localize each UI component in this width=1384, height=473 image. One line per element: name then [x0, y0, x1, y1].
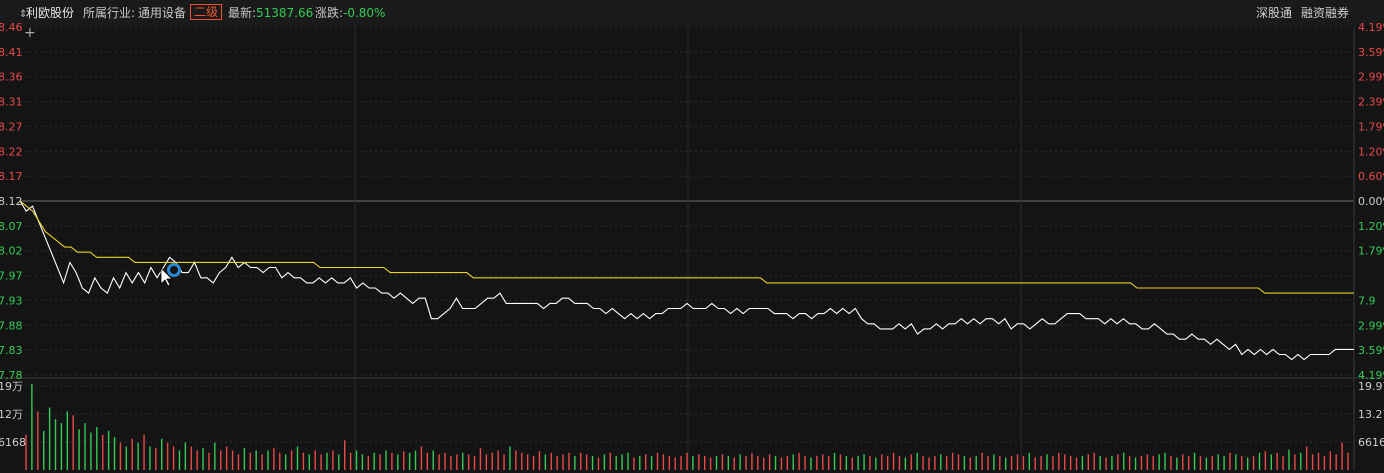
- volume-tick-left: 12万: [0, 408, 23, 421]
- y-tick-right: 2.99%: [1358, 319, 1384, 332]
- y-tick-left: 8.07: [0, 220, 23, 233]
- y-tick-right: 0.60%: [1358, 170, 1384, 183]
- chart-grid: [0, 26, 1384, 470]
- y-tick-right: 1.20%: [1358, 220, 1384, 233]
- y-tick-left: 7.88: [0, 319, 23, 332]
- axis-labels: 8.46 8.41 8.36 8.31 8.27 8.22 8.17 8.12 8.07 8.02…: [0, 21, 1384, 449]
- y-tick-left: 7.83: [0, 344, 23, 357]
- y-tick-right: 4.19%: [1358, 21, 1384, 34]
- y-tick-right: 1.20%: [1358, 145, 1384, 158]
- volume-tick-right: 13.27: [1358, 408, 1384, 421]
- y-tick-left: 7.97: [0, 270, 23, 283]
- y-tick-right: 2.39%: [1358, 96, 1384, 109]
- volume-tick-left: 19万: [0, 380, 23, 393]
- y-tick-right: 7.9: [1358, 294, 1376, 307]
- volume-tick-right: 19.97: [1358, 380, 1384, 393]
- volume-tick-left: 6168: [0, 436, 26, 449]
- price-lines: [19, 200, 1354, 361]
- average-price-line: [19, 200, 1354, 294]
- y-tick-left: 8.02: [0, 245, 23, 258]
- y-tick-left: 8.31: [0, 96, 23, 109]
- price-line: [19, 200, 1354, 361]
- y-tick-left: 8.12: [0, 195, 23, 208]
- y-tick-left: 8.36: [0, 71, 23, 84]
- y-tick-left: 8.41: [0, 46, 23, 59]
- volume-bars: [25, 384, 1349, 470]
- y-tick-right: 1.79%: [1358, 120, 1384, 133]
- y-tick-left: 8.27: [0, 120, 23, 133]
- y-tick-left: 8.22: [0, 145, 23, 158]
- y-tick-right: 3.59%: [1358, 46, 1384, 59]
- y-tick-right: 3.59%: [1358, 344, 1384, 357]
- y-tick-left: 8.46: [0, 21, 23, 34]
- y-tick-left: 7.93: [0, 294, 23, 307]
- y-tick-left: 8.17: [0, 170, 23, 183]
- y-tick-right: 1.79%: [1358, 245, 1384, 258]
- volume-tick-right: 6616: [1358, 436, 1384, 449]
- intraday-chart[interactable]: 8.46 8.41 8.36 8.31 8.27 8.22 8.17 8.12 8.07 8.02…: [0, 0, 1384, 473]
- y-tick-right: 0.00%: [1358, 195, 1384, 208]
- y-tick-right: 2.99%: [1358, 71, 1384, 84]
